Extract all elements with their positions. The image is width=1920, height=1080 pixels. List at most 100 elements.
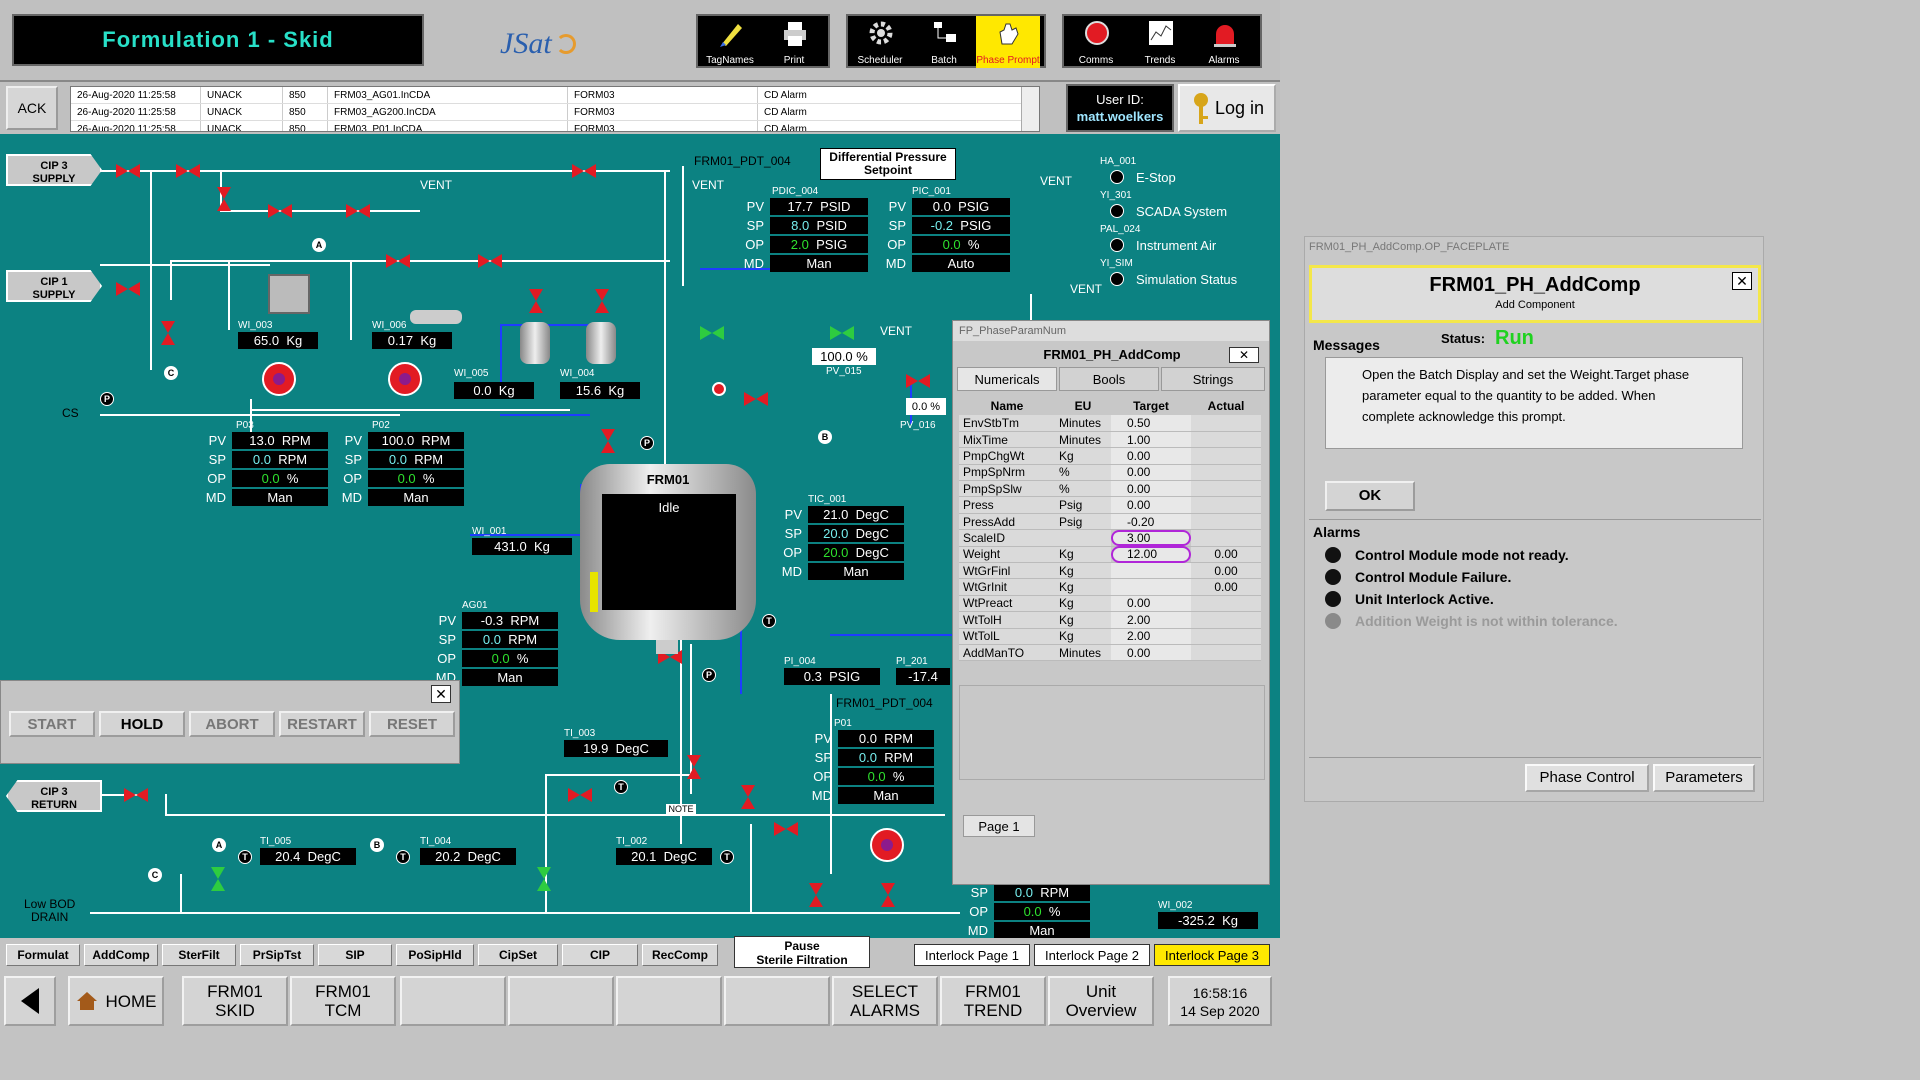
alarm-scrollbar[interactable] [1021,87,1039,131]
param-target[interactable]: 0.00 [1111,496,1191,514]
p02-sp[interactable]: 0.0 RPM [368,451,464,468]
valve-xv-040[interactable] [741,785,755,809]
phase-formulat-button[interactable]: Formulat [6,944,80,966]
param-target[interactable]: 0.00 [1111,644,1191,661]
p01-op[interactable]: 0.0 % [838,768,934,785]
ti005-value[interactable]: 20.4 DegC [260,848,356,865]
p02-mode[interactable]: Man [368,489,464,506]
param-target[interactable]: 0.00 [1111,595,1191,612]
phase-addcomp-button[interactable]: AddComp [84,944,158,966]
valve-xv-007[interactable] [700,326,724,340]
param-target[interactable]: 0.50 [1111,415,1191,432]
valve-xv-019[interactable] [211,867,225,891]
restart-button[interactable]: RESTART [279,711,365,737]
param-target[interactable]: -0.20 [1111,513,1191,530]
tic-mode[interactable]: Man [808,563,904,580]
valve-xv-021[interactable] [595,289,609,313]
valve-xv-027[interactable] [268,204,292,218]
phase-posiphld-button[interactable]: PoSipHld [396,944,474,966]
valve-xv-017[interactable] [809,883,823,907]
valve-xv-020[interactable] [124,788,148,802]
valve-xv-031[interactable] [116,164,140,178]
pv015-value[interactable]: 100.0 % [812,348,876,365]
p03-sp[interactable]: 0.0 RPM [232,451,328,468]
param-row[interactable]: PressAdd Psig -0.20 [959,513,1261,530]
valve-xv-014[interactable] [774,822,798,836]
tab-numericals[interactable]: Numericals [957,367,1057,391]
phase-sterfilt-button[interactable]: SterFilt [162,944,236,966]
valve-xv-029[interactable] [116,282,140,296]
wi001-value[interactable]: 431.0 Kg [472,538,572,555]
ag01-mode[interactable]: Man [462,669,558,686]
ag01-sp[interactable]: 0.0 RPM [462,631,558,648]
pic-pv[interactable]: 0.0 PSIG [912,198,1010,215]
valve-xv-025[interactable] [386,254,410,268]
nav-button-3[interactable] [400,976,506,1026]
param-row[interactable]: PmpSpNrm% 0.00 [959,464,1261,481]
phase-prompt-button[interactable]: Phase Prompt [976,16,1040,68]
main-tank[interactable]: FRM01 Idle [580,464,756,640]
nav-button-5[interactable] [616,976,722,1026]
pump-p03-icon[interactable] [262,362,296,396]
param-row[interactable]: ScaleID 3.00 [959,529,1261,547]
close-icon[interactable]: ✕ [431,685,451,703]
alarms-button[interactable]: Alarms [1192,16,1256,68]
batch-button[interactable]: Batch [912,16,976,68]
close-icon[interactable]: ✕ [1229,347,1259,363]
valve-xv-030[interactable] [161,321,175,345]
valve-xv-028[interactable] [217,187,231,211]
pdic-mode[interactable]: Man [770,255,868,272]
cip3-supply-tag[interactable]: CIP 3 SUPPLY [6,154,102,186]
phase-sip-button[interactable]: SIP [318,944,392,966]
pi004-value[interactable]: 0.3 PSIG [784,668,880,685]
p01-sp[interactable]: 0.0 RPM [838,749,934,766]
p03-op[interactable]: 0.0 % [232,470,328,487]
valve-xv-032[interactable] [176,164,200,178]
param-row[interactable]: WtPreact Kg 0.00 [959,595,1261,612]
valve-xv-024[interactable] [572,164,596,178]
p01b-mode[interactable]: Man [994,922,1090,938]
param-target[interactable]: 3.00 [1111,529,1191,547]
alarm-row[interactable]: 26-Aug-2020 11:25:58 UNACK 850 FRM03_P01.In… [71,121,1039,131]
valve-xv-013[interactable] [537,867,551,891]
param-target[interactable]: 2.00 [1111,628,1191,645]
back-button[interactable] [4,976,56,1026]
p03-mode[interactable]: Man [232,489,328,506]
wi004-value[interactable]: 15.6 Kg [560,382,640,399]
trends-button[interactable]: Trends [1128,16,1192,68]
note-tag[interactable]: NOTE [666,804,696,815]
ack-button[interactable]: ACK [6,86,58,130]
ag01-op[interactable]: 0.0 % [462,650,558,667]
pic-op[interactable]: 0.0 % [912,236,1010,253]
ti002-value[interactable]: 20.1 DegC [616,848,712,865]
cip3-return-tag[interactable]: CIP 3 RETURN [6,780,102,812]
param-target[interactable]: 0.00 [1111,447,1191,465]
param-target[interactable] [1111,578,1191,596]
tic-sp[interactable]: 20.0 DegC [808,525,904,542]
nav-button-9[interactable]: Unit Overview [1048,976,1154,1026]
nav-button-8[interactable]: FRM01 TREND [940,976,1046,1026]
close-icon[interactable]: ✕ [1732,272,1752,290]
alarm-row[interactable]: 26-Aug-2020 11:25:58 UNACK 850 FRM03_AG200.… [71,104,1039,121]
interlock-page-1-button[interactable]: Interlock Page 1 [914,944,1030,966]
wi002-value[interactable]: -325.2 Kg [1158,912,1258,929]
p02-pv[interactable]: 100.0 RPM [368,432,464,449]
interlock-page-3-button[interactable]: Interlock Page 3 [1154,944,1270,966]
param-target[interactable]: 2.00 [1111,611,1191,629]
pdic-pv[interactable]: 17.7 PSID [770,198,868,215]
wi005-value[interactable]: 0.0 Kg [454,382,534,399]
login-button[interactable]: Log in [1178,84,1276,132]
tab-strings[interactable]: Strings [1161,367,1265,391]
p01b-op[interactable]: 0.0 % [994,903,1090,920]
cip1-supply-tag[interactable]: CIP 1 SUPPLY [6,270,102,302]
param-row[interactable]: WtTolL Kg 2.00 [959,628,1261,645]
param-target[interactable] [1111,562,1191,579]
param-target[interactable]: 12.00 [1111,546,1191,563]
pause-sterile-filtration-button[interactable]: Pause Sterile Filtration [734,936,870,968]
valve-xv-006[interactable] [744,392,768,406]
ok-button[interactable]: OK [1325,481,1415,511]
pump-p01-icon[interactable] [870,828,904,862]
pdic-sp[interactable]: 8.0 PSID [770,217,868,234]
reset-button[interactable]: RESET [369,711,455,737]
ti003-value[interactable]: 19.9 DegC [564,740,668,757]
